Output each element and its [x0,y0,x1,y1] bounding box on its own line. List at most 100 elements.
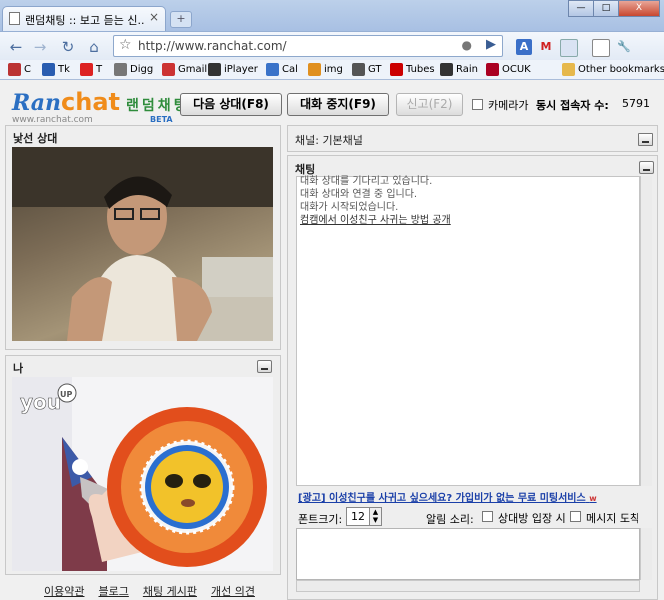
reload-icon[interactable]: ↻ [58,37,78,57]
font-size-label: 폰트크기: [298,513,343,526]
youup-badge: UP [60,390,72,399]
browser-toolbar: ← → ↻ ⌂ ☆ ● ▶ A M 🔧 [0,31,664,61]
digg-icon [114,63,127,76]
bookmark-label: Gmail [178,64,208,75]
bookmark-label: T [96,64,103,75]
gt-icon [352,63,365,76]
minimize-button[interactable]: — [568,0,594,17]
gmail-checker-icon[interactable]: M [538,39,554,55]
wrench-icon[interactable]: 🔧 [616,39,632,55]
ad-suffix: w [589,494,597,503]
back-icon[interactable]: ← [6,37,26,57]
tab-close-icon[interactable]: × [149,10,159,24]
tab-title: 랜덤채팅 :: 보고 듣는 신... [25,14,145,27]
chat-scrollbar[interactable] [640,176,652,486]
alert-partner-enter-checkbox[interactable] [482,511,493,522]
bookmark-6[interactable]: Cal [266,62,298,77]
stranger-video-image [12,147,273,341]
screenshot-icon[interactable] [560,39,578,57]
concurrent-users-label: 동시 접속자 수: [536,99,609,112]
tk-icon [42,63,55,76]
logo-url: www.ranchat.com [12,115,93,125]
bookmark-12[interactable]: Other bookmarks [562,62,664,77]
youup-logo: you [20,390,61,414]
extension-icons: A M 🔧 [516,39,632,57]
home-icon[interactable]: ⌂ [84,37,104,57]
logo-ran: Ran [12,90,62,116]
youtube-icon [390,63,403,76]
img-icon [308,63,321,76]
camera-checkbox[interactable] [472,99,483,110]
footer-blog-link[interactable]: 블로그 [98,583,128,599]
bookmark-2[interactable]: T [80,62,102,77]
close-window-button[interactable]: X [618,0,660,17]
t-icon [80,63,93,76]
stranger-panel: 낯선 상대 [5,125,281,350]
browser-tab[interactable]: 랜덤채팅 :: 보고 듣는 신... × [2,6,166,31]
window-controls: — □ X [568,0,660,17]
page-icon [9,12,20,25]
bookmark-1[interactable]: Tk [42,62,70,77]
channel-panel: 채널: 기본채널 [287,125,658,152]
new-tab-button[interactable]: + [170,11,192,28]
bookmark-3[interactable]: Digg [114,62,153,77]
stop-chat-button[interactable]: 대화 중지(F9) [287,93,389,116]
go-icon[interactable]: ▶ [486,37,496,52]
footer-terms-link[interactable]: 이용약관 [44,583,84,599]
bookmark-label: iPlayer [224,64,258,75]
chat-line: 대화가 시작되었습니다. [300,202,399,213]
chat-input[interactable] [296,528,640,580]
minimize-me-button[interactable] [257,360,272,373]
stranger-video [12,147,273,341]
url-input[interactable] [136,38,440,54]
gmail-icon [162,63,175,76]
report-button[interactable]: 신고(F2) [396,93,463,116]
bookmark-4[interactable]: Gmail [162,62,207,77]
bbc-icon [440,63,453,76]
star-icon[interactable]: ☆ [119,37,132,53]
bookmark-0[interactable]: C [8,62,31,77]
bookmark-10[interactable]: Rain [440,62,478,77]
translate-icon[interactable]: A [516,39,532,55]
alert-message-label: 메시지 도착 [586,512,638,525]
calendar-icon [266,63,279,76]
footer-links: 이용약관 블로그 채팅 게시판 개선 의견 [44,583,255,599]
bookmark-5[interactable]: iPlayer [208,62,258,77]
tab-strip: 랜덤채팅 :: 보고 듣는 신... × + — □ X [0,0,664,31]
bookmark-label: Other bookmarks [578,64,664,75]
bookmark-label: Cal [282,64,298,75]
bookmark-9[interactable]: Tubes [390,62,435,77]
maximize-button[interactable]: □ [593,0,619,17]
chat-line: 대화 상대를 기다리고 있습니다. [300,176,433,187]
footer-feedback-link[interactable]: 개선 의견 [211,583,255,599]
channel-label: 채널: 기본채널 [295,134,363,147]
minimize-chat-button[interactable] [639,161,654,174]
ocuk-icon [486,63,499,76]
bookmark-7[interactable]: img [308,62,343,77]
stranger-title: 낯선 상대 [13,132,58,145]
horizontal-scrollbar[interactable] [296,580,640,592]
bbc-icon [208,63,221,76]
font-size-stepper[interactable]: 12 ▲ ▼ [346,507,382,526]
chat-log[interactable]: 대화 상대를 기다리고 있습니다. 대화 상대와 연결 중 입니다. 대화가 시… [296,176,640,486]
stepper-arrows-icon[interactable]: ▲ ▼ [369,508,381,525]
channel-toggle-button[interactable] [638,133,653,146]
bookmark-label: Digg [130,64,154,75]
page-menu-icon[interactable] [592,39,610,57]
forward-icon[interactable]: → [30,37,50,57]
bookmark-8[interactable]: GT [352,62,382,77]
my-video: you UP [12,377,273,571]
bookmarks-bar: C Tk T Digg Gmail iPlayer Cal img GT Tubes Rain OCU… [0,60,664,80]
site-logo[interactable]: Ranchat 랜덤채팅 www.ranchat.com BETA [12,88,190,125]
ad-link[interactable]: [광고] 이성친구를 사귀고 싶으세요? 가입비가 없는 무료 미팅서비스 w [298,489,597,504]
address-bar[interactable]: ☆ ● ▶ [113,35,503,57]
next-partner-button[interactable]: 다음 상대(F8) [180,93,282,116]
footer-board-link[interactable]: 채팅 게시판 [143,583,197,599]
bookmark-11[interactable]: OCUK [486,62,531,77]
input-scrollbar[interactable] [640,528,652,580]
font-size-value: 12 [351,510,365,523]
alert-message-checkbox[interactable] [570,511,581,522]
chat-line: 대화 상대와 연결 중 입니다. [300,189,418,200]
chat-promo-link[interactable]: 컴캠에서 이성친구 사귀는 방법 공개 [297,214,639,227]
ad-text: [광고] 이성친구를 사귀고 싶으세요? 가입비가 없는 무료 미팅서비스 [298,493,586,504]
